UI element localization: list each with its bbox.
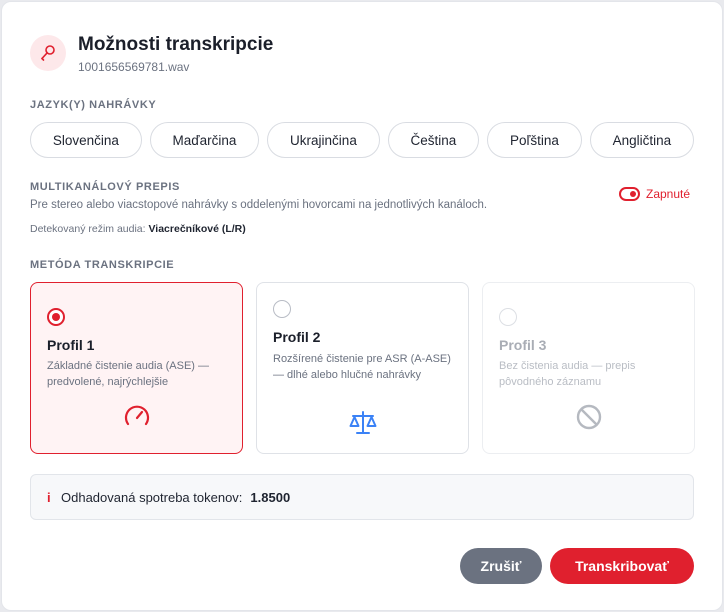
transcribe-button[interactable]: Transkribovať [550, 548, 694, 584]
microphone-icon [30, 35, 66, 71]
profile-description: Základné čistenie audia (ASE) — predvole… [47, 360, 210, 388]
radio-disabled [499, 308, 517, 326]
languages-section-label: JAZYK(Y) NAHRÁVKY [30, 99, 157, 111]
speedometer-icon [31, 403, 242, 429]
file-name: 1001656569781.wav [78, 60, 190, 74]
profile-name: Profil 1 [47, 337, 95, 353]
language-option-pl[interactable]: Poľština [487, 122, 582, 158]
language-options: Slovenčina Maďarčina Ukrajinčina Čeština… [30, 122, 694, 158]
ban-icon [483, 403, 694, 431]
profile-card-3: Profil 3 Bez čistenia audia — prepis pôv… [482, 282, 695, 454]
scale-icon [257, 410, 468, 436]
language-option-sk[interactable]: Slovenčina [30, 122, 142, 158]
detected-audio-mode: Detekovaný režim audia: Viacrečníkové (L… [30, 223, 246, 235]
radio-selected[interactable] [47, 308, 65, 326]
transcription-options-dialog: Možnosti transkripcie 1001656569781.wav … [1, 1, 723, 611]
method-section-label: METÓDA TRANSKRIPCIE [30, 259, 175, 271]
multichannel-description: Pre stereo alebo viacstopové nahrávky s … [30, 199, 488, 211]
profile-card-1[interactable]: Profil 1 Základné čistenie audia (ASE) —… [30, 282, 243, 454]
profile-card-2[interactable]: Profil 2 Rozšírené čistenie pre ASR (A-A… [256, 282, 469, 454]
token-estimate-box: i Odhadovaná spotreba tokenov: 1.8500 [30, 474, 694, 520]
info-icon: i [47, 489, 51, 505]
dialog-title: Možnosti transkripcie [78, 34, 274, 55]
detected-mode-value: Viacrečníkové (L/R) [148, 223, 246, 235]
cancel-button[interactable]: Zrušiť [460, 548, 542, 584]
profile-options: Profil 1 Základné čistenie audia (ASE) —… [30, 282, 695, 454]
multichannel-section-label: MULTIKANÁLOVÝ PREPIS [30, 181, 180, 193]
language-option-hu[interactable]: Maďarčina [149, 122, 260, 158]
token-estimate-value: 1.8500 [250, 489, 291, 505]
language-option-uk[interactable]: Ukrajinčina [267, 122, 380, 158]
detected-mode-label: Detekovaný režim audia: [30, 223, 146, 235]
multichannel-toggle[interactable]: Zapnuté [619, 187, 690, 201]
radio-unselected[interactable] [273, 300, 291, 318]
toggle-on-icon [619, 187, 640, 201]
token-estimate-label: Odhadovaná spotreba tokenov: [61, 489, 243, 505]
language-option-cs[interactable]: Čeština [387, 122, 480, 158]
toggle-label: Zapnuté [646, 187, 691, 201]
profile-description: Bez čistenia audia — prepis pôvodného zá… [499, 360, 636, 388]
profile-name: Profil 3 [499, 337, 547, 353]
profile-name: Profil 2 [273, 329, 321, 345]
language-option-en[interactable]: Angličtina [589, 122, 694, 158]
profile-description: Rozšírené čistenie pre ASR (A-ASE) — dlh… [273, 353, 451, 381]
